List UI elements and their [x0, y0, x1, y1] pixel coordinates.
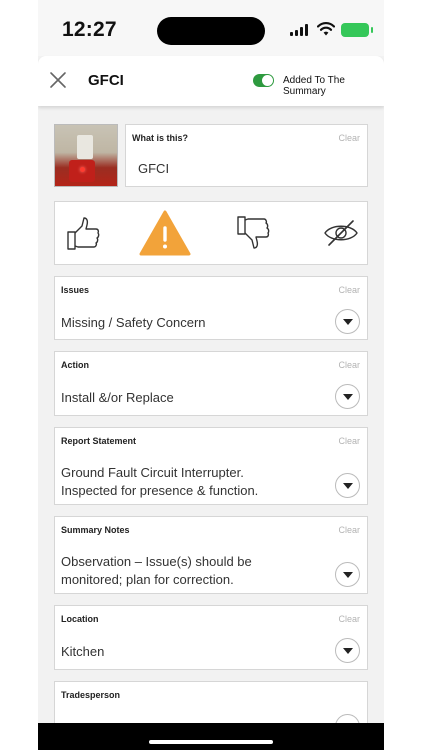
location-dropdown-icon[interactable] — [335, 638, 360, 663]
condition-rating — [54, 201, 368, 265]
home-bar — [38, 723, 384, 750]
wifi-icon — [317, 22, 335, 36]
report-statement-dropdown-icon[interactable] — [335, 473, 360, 498]
issues-field[interactable]: Issues Clear Missing / Safety Concern — [54, 276, 368, 340]
what-is-this-value: GFCI — [138, 161, 170, 176]
not-visible-icon[interactable] — [323, 215, 359, 251]
warning-icon[interactable] — [139, 210, 191, 256]
summary-notes-dropdown-icon[interactable] — [335, 562, 360, 587]
report-statement-value-line-2: Inspected for presence & function. — [61, 483, 259, 498]
summary-notes-value-line-2: monitored; plan for correction. — [61, 572, 234, 587]
report-statement-value-line-1: Ground Fault Circuit Interrupter. — [61, 465, 244, 480]
summary-toggle[interactable] — [253, 74, 274, 87]
action-field[interactable]: Action Clear Install &/or Replace — [54, 351, 368, 416]
dynamic-island — [157, 17, 265, 45]
item-header: GFCI Added To The Summary — [38, 56, 384, 106]
location-value: Kitchen — [61, 644, 105, 659]
tradesperson-field[interactable]: Tradesperson — [54, 681, 368, 723]
tradesperson-dropdown-icon[interactable] — [335, 714, 360, 723]
item-form: What is this? Clear GFCI Issues Clear Mi… — [38, 106, 384, 723]
what-is-this-label: What is this? — [132, 133, 188, 143]
summary-toggle-label: Added To The Summary — [283, 75, 345, 97]
status-time: 12:27 — [62, 18, 117, 41]
close-icon[interactable] — [48, 70, 68, 90]
location-clear-button[interactable]: Clear — [338, 614, 360, 624]
location-field[interactable]: Location Clear Kitchen — [54, 605, 368, 670]
page-title: GFCI — [88, 72, 124, 89]
action-label: Action — [61, 360, 89, 370]
cellular-signal-icon — [290, 24, 312, 36]
action-clear-button[interactable]: Clear — [338, 360, 360, 370]
phone-screen: 12:27 GFCI Added To The Summary What is … — [38, 0, 384, 750]
report-statement-label: Report Statement — [61, 436, 137, 446]
status-bar: 12:27 — [38, 0, 384, 56]
home-indicator[interactable] — [149, 740, 273, 744]
issues-label: Issues — [61, 285, 90, 295]
summary-notes-field[interactable]: Summary Notes Clear Observation – Issue(… — [54, 516, 368, 594]
tester-led — [80, 167, 85, 172]
battery-icon — [341, 23, 373, 37]
what-is-this-card[interactable]: What is this? Clear GFCI — [125, 124, 368, 187]
tradesperson-label: Tradesperson — [61, 690, 121, 700]
what-is-this-clear-button[interactable]: Clear — [338, 133, 360, 143]
issues-value: Missing / Safety Concern — [61, 315, 206, 330]
summary-notes-value-line-1: Observation – Issue(s) should be — [61, 554, 252, 569]
summary-notes-label: Summary Notes — [61, 525, 130, 535]
thumbs-down-icon[interactable] — [235, 215, 271, 251]
action-value: Install &/or Replace — [61, 390, 174, 405]
issues-clear-button[interactable]: Clear — [338, 285, 360, 295]
issues-dropdown-icon[interactable] — [335, 309, 360, 334]
summary-notes-clear-button[interactable]: Clear — [338, 525, 360, 535]
item-photo[interactable] — [54, 124, 118, 187]
outlet-tester-image — [69, 160, 95, 182]
report-statement-clear-button[interactable]: Clear — [338, 436, 360, 446]
location-label: Location — [61, 614, 99, 624]
outlet-image — [77, 135, 93, 159]
thumbs-up-icon[interactable] — [65, 215, 101, 251]
action-dropdown-icon[interactable] — [335, 384, 360, 409]
report-statement-field[interactable]: Report Statement Clear Ground Fault Circ… — [54, 427, 368, 505]
